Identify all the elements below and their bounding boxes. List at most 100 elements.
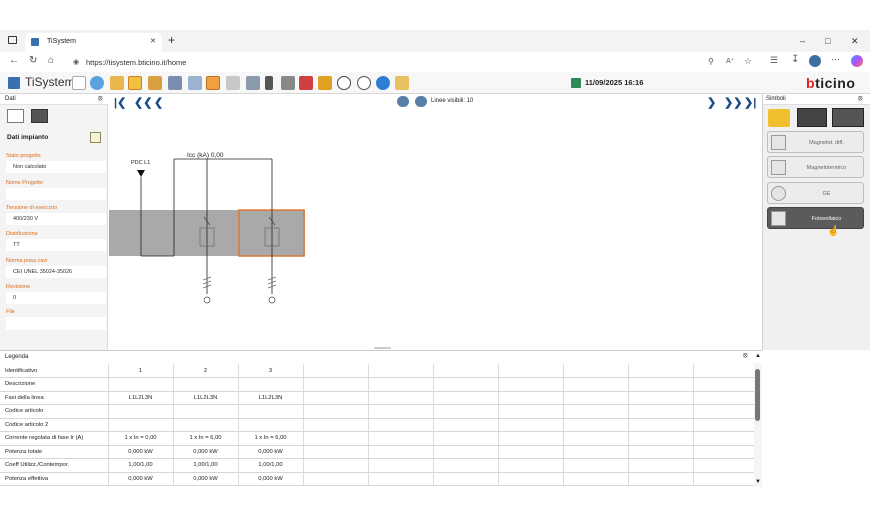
table-cell[interactable]	[498, 445, 564, 459]
table-cell[interactable]	[628, 364, 694, 378]
table-cell[interactable]	[368, 418, 434, 432]
project-name-field[interactable]	[6, 188, 106, 200]
table-cell[interactable]	[303, 431, 369, 446]
table-cell[interactable]: 1,00/1,00	[238, 458, 304, 473]
open-folder-icon[interactable]	[110, 76, 124, 90]
voltage-field[interactable]: 400/230 V	[6, 213, 106, 225]
profile-avatar-icon[interactable]	[809, 55, 821, 67]
symbol-photovoltaic[interactable]: Fotovoltaico	[767, 207, 864, 229]
table-cell[interactable]: 0,000 kW	[173, 472, 239, 486]
table-cell[interactable]	[628, 377, 694, 392]
table-cell[interactable]	[628, 418, 694, 432]
table-cell[interactable]	[303, 418, 369, 432]
table-cell[interactable]	[693, 418, 755, 432]
tree-icon[interactable]	[226, 76, 240, 90]
table-cell[interactable]: L1L2L3N	[173, 391, 239, 405]
table-cell[interactable]	[628, 391, 694, 405]
table-cell[interactable]	[368, 472, 434, 486]
cable-standard-field[interactable]: CEI UNEL 35024-35026	[6, 266, 106, 278]
tab-project-icon[interactable]	[7, 109, 24, 123]
maximize-button[interactable]: □	[825, 36, 830, 46]
table-cell[interactable]: L1L2L3N	[108, 391, 174, 405]
table-cell[interactable]	[108, 377, 174, 392]
hand-tool-icon[interactable]	[768, 109, 790, 127]
table-cell[interactable]	[303, 458, 369, 473]
table-cell[interactable]	[173, 404, 239, 419]
table-cell[interactable]	[303, 472, 369, 486]
table-cell[interactable]	[368, 404, 434, 419]
diagram-canvas[interactable]: |❮ ❮❮ ❮ Linee visibili: 10 ❯ ❯❯ ❯| PDC L…	[109, 94, 761, 350]
table-cell[interactable]	[433, 377, 499, 392]
new-document-icon[interactable]	[72, 76, 86, 90]
lock-icon[interactable]	[318, 76, 332, 90]
legend-scrollbar[interactable]	[754, 363, 762, 487]
close-window-button[interactable]: ✕	[851, 36, 859, 47]
table-cell[interactable]	[498, 404, 564, 419]
browser-tab[interactable]: TiSystem ✕	[25, 33, 162, 52]
table-cell[interactable]: 0,000 kW	[173, 445, 239, 459]
table-cell[interactable]	[563, 458, 629, 473]
back-icon[interactable]: ←	[9, 55, 19, 66]
table-cell[interactable]	[563, 404, 629, 419]
copilot-icon[interactable]	[851, 55, 863, 67]
table-cell[interactable]	[173, 418, 239, 432]
table-cell[interactable]	[433, 431, 499, 446]
table-cell[interactable]	[433, 458, 499, 473]
table-cell[interactable]	[498, 418, 564, 432]
table-cell[interactable]: 1 x In = 0,00	[108, 431, 174, 446]
info-icon[interactable]	[376, 76, 390, 90]
table-cell[interactable]	[303, 445, 369, 459]
tab-list-icon[interactable]	[31, 109, 48, 123]
table-cell[interactable]	[433, 364, 499, 378]
wand-tool-icon[interactable]	[128, 76, 142, 90]
downloads-icon[interactable]: ↧	[791, 54, 799, 65]
symbol-group-tab[interactable]	[832, 108, 864, 127]
table-cell[interactable]	[368, 377, 434, 392]
legend-close-icon[interactable]: ⦻	[743, 352, 748, 360]
table-cell[interactable]: L1L2L3N	[238, 391, 304, 405]
table-cell[interactable]	[693, 377, 755, 392]
new-tab-button[interactable]: +	[168, 33, 175, 47]
table-cell[interactable]: 1 x In = 6,00	[238, 431, 304, 446]
close-symbols-icon[interactable]: ⦻	[858, 95, 863, 103]
close-panel-icon[interactable]: ⦻	[98, 95, 103, 103]
table-cell[interactable]	[238, 404, 304, 419]
table-cell[interactable]	[433, 391, 499, 405]
table-cell[interactable]: 2	[173, 364, 239, 378]
table-cell[interactable]	[563, 377, 629, 392]
table-cell[interactable]	[368, 391, 434, 405]
table-cell[interactable]	[433, 445, 499, 459]
table-cell[interactable]	[563, 431, 629, 446]
distribution-field[interactable]: TT	[6, 239, 106, 251]
table-cell[interactable]	[368, 364, 434, 378]
table-cell[interactable]	[693, 431, 755, 446]
table-cell[interactable]: 0,000 kW	[108, 445, 174, 459]
revision-field[interactable]: 0	[6, 292, 106, 304]
table-cell[interactable]	[108, 404, 174, 419]
table-cell[interactable]: 1,00/1,00	[108, 458, 174, 473]
table-cell[interactable]	[303, 391, 369, 405]
table-cell[interactable]	[693, 458, 755, 473]
edit-project-icon[interactable]	[90, 132, 101, 143]
history-icon[interactable]	[337, 76, 351, 90]
home-icon[interactable]: ⌂	[48, 55, 54, 66]
table-cell[interactable]	[563, 445, 629, 459]
symbol-diff-breaker[interactable]: Magnetot. diff.	[767, 131, 864, 153]
table-cell[interactable]	[563, 418, 629, 432]
read-aloud-icon[interactable]: A⁺	[726, 57, 734, 65]
scroll-down-icon[interactable]: ▼	[755, 479, 761, 485]
table-cell[interactable]	[433, 404, 499, 419]
table-cell[interactable]	[238, 377, 304, 392]
table-cell[interactable]	[498, 391, 564, 405]
table-cell[interactable]	[108, 418, 174, 432]
print-icon[interactable]	[168, 76, 182, 90]
tools-icon[interactable]	[148, 76, 162, 90]
table-cell[interactable]	[628, 445, 694, 459]
symbol-breaker[interactable]: Magnetotermico	[767, 156, 864, 178]
table-cell[interactable]	[563, 472, 629, 486]
table-cell[interactable]	[498, 431, 564, 446]
pen-icon[interactable]	[299, 76, 313, 90]
table-cell[interactable]	[303, 404, 369, 419]
table-cell[interactable]	[498, 458, 564, 473]
layout-icon[interactable]	[206, 76, 220, 90]
